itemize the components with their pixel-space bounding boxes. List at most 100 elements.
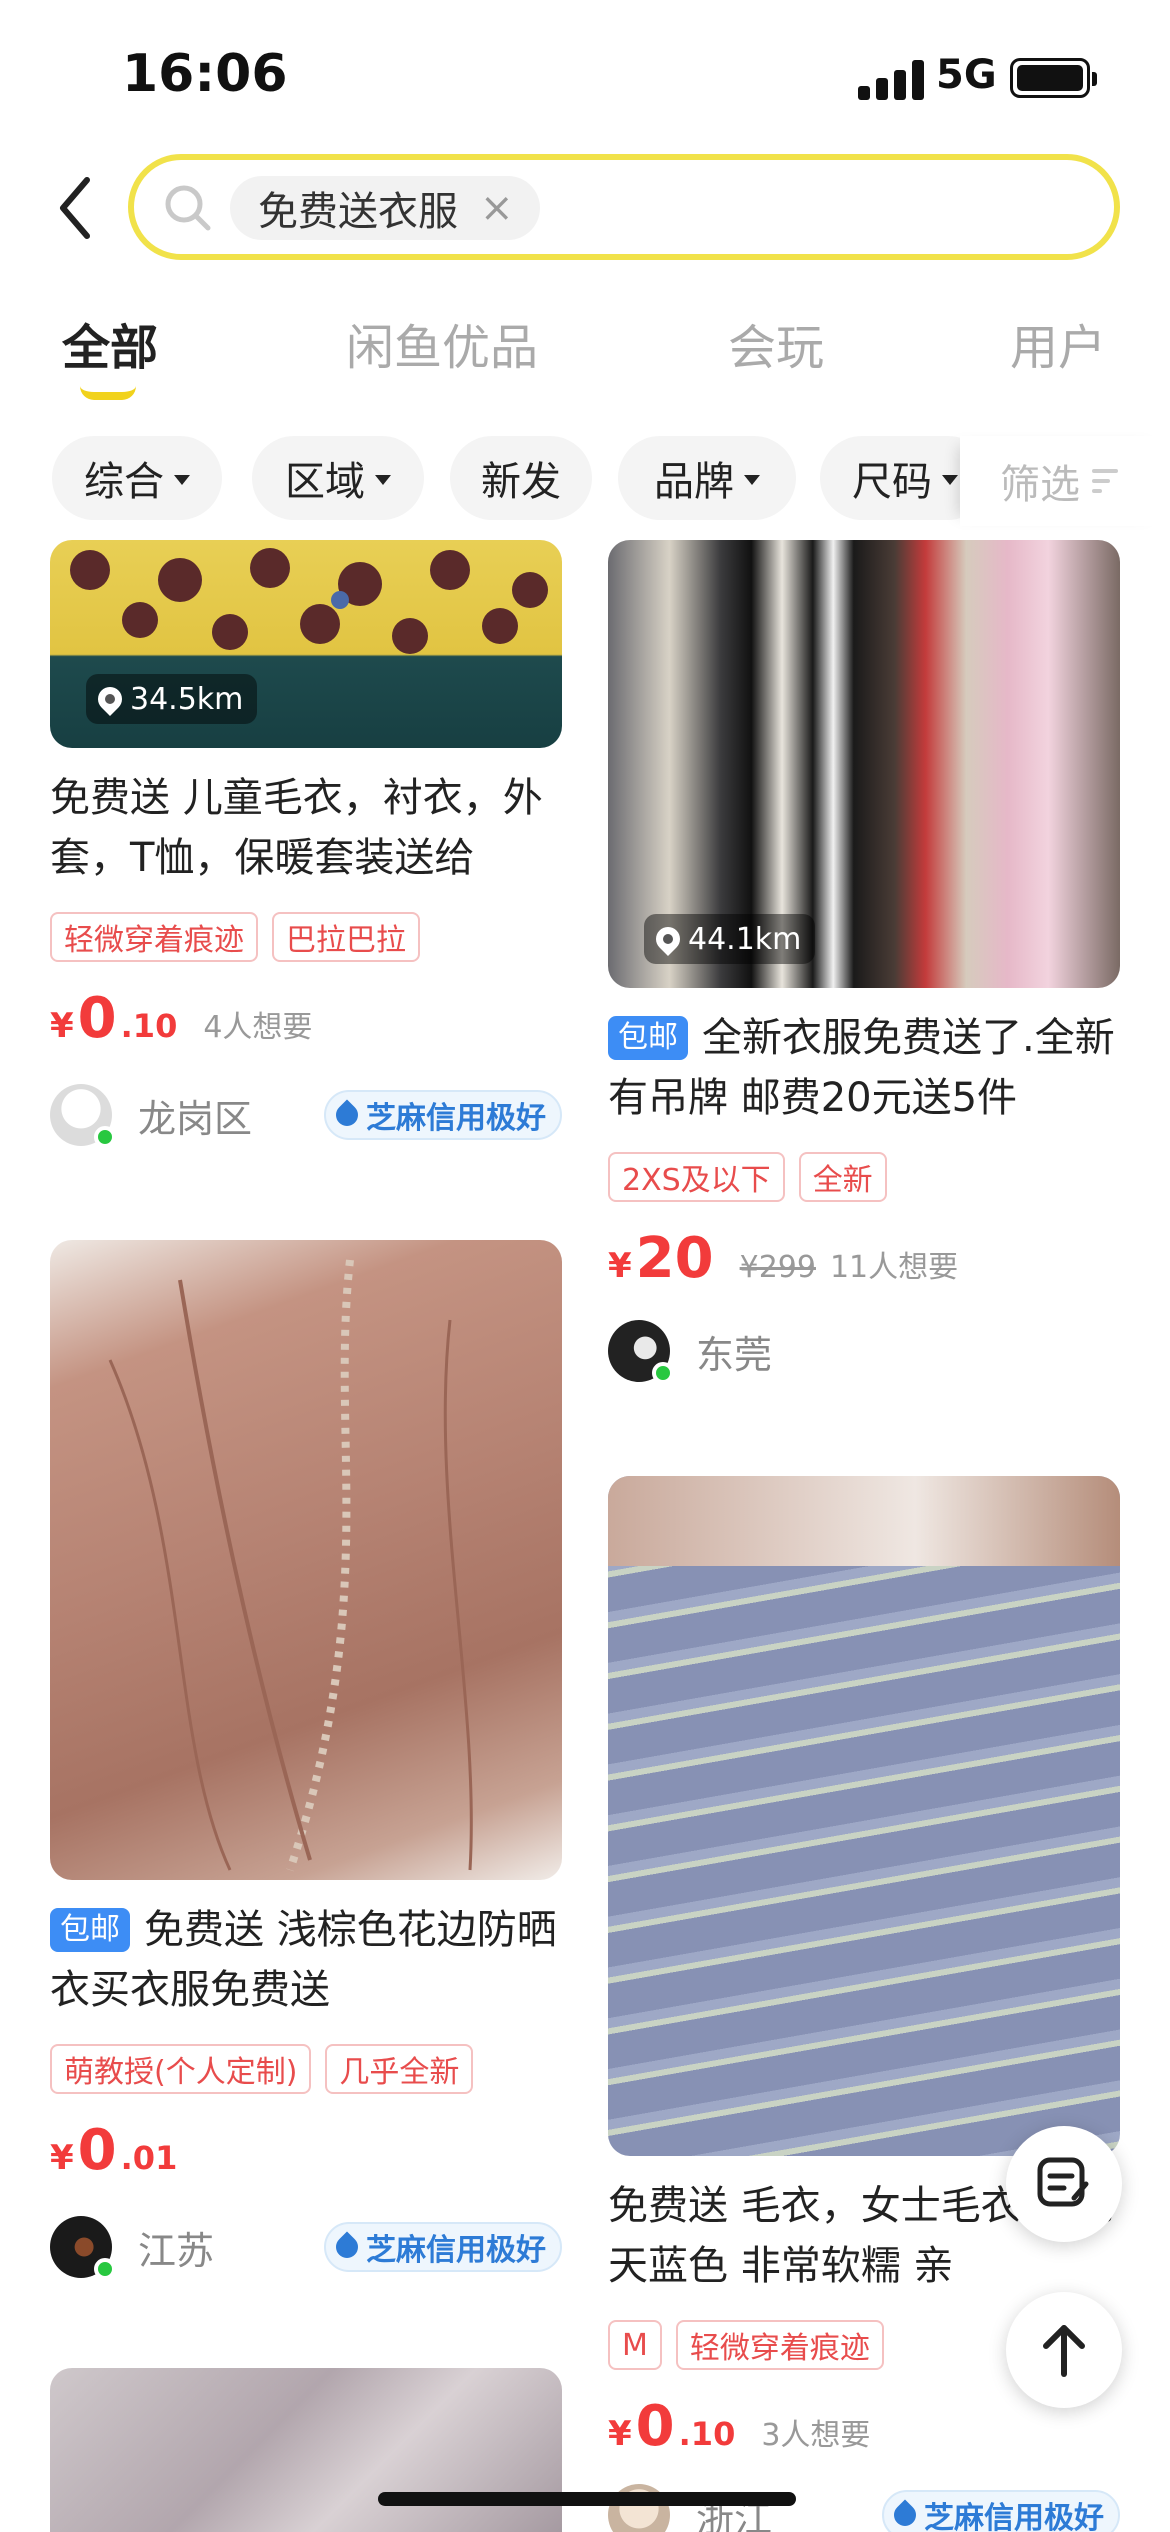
tab-play[interactable]: 会玩 (728, 308, 824, 378)
arrow-up-icon (1043, 2325, 1085, 2377)
tab-indicator (80, 386, 136, 400)
back-button[interactable] (44, 168, 104, 248)
listing-tags: 轻微穿着痕迹 巴拉巴拉 (50, 912, 420, 962)
listing-title[interactable]: 包邮 全新衣服免费送了.全新有吊牌 邮费20元送5件 (608, 1008, 1128, 1128)
search-query-text: 免费送衣服 (258, 189, 458, 235)
chevron-left-icon (60, 177, 90, 239)
credit-text: 芝麻信用极好 (366, 2233, 546, 2268)
credit-drop-icon (331, 1099, 363, 1131)
currency-symbol: ¥ (608, 1246, 632, 1286)
credit-text: 芝麻信用极好 (366, 1101, 546, 1136)
listing-tags: 2XS及以下 全新 (608, 1152, 887, 1202)
filter-label: 品牌 (654, 459, 734, 505)
seller-row[interactable]: 浙江 芝麻信用极好 (608, 2480, 1120, 2532)
currency-symbol: ¥ (608, 2414, 632, 2454)
seller-location: 东莞 (696, 1332, 773, 1377)
location-pin-icon (651, 922, 685, 956)
tab-users[interactable]: 用户 (1010, 308, 1106, 378)
listing-title[interactable]: 免费送 儿童毛衣，衬衣，外套，T恤，保暖套装送给 (50, 768, 570, 888)
listing-image[interactable]: 34.5km (50, 540, 562, 748)
filter-button-label: 筛选 (1000, 462, 1080, 508)
tab-all[interactable]: 全部 (62, 308, 158, 378)
filter-bar: 综合 区域 新发 品牌 尺码 筛选 (0, 436, 1170, 532)
filter-region[interactable]: 区域 (252, 436, 424, 520)
close-icon[interactable]: × (480, 188, 514, 228)
distance-badge: 44.1km (644, 914, 816, 964)
filter-brand[interactable]: 品牌 (618, 436, 796, 520)
free-shipping-badge: 包邮 (50, 1908, 130, 1952)
listing-tags: M 轻微穿着痕迹 (608, 2320, 884, 2370)
filter-label: 综合 (84, 459, 164, 505)
tag-size: 2XS及以下 (608, 1152, 785, 1202)
credit-badge: 芝麻信用极好 (882, 2490, 1120, 2532)
want-count: 4人想要 (203, 1010, 313, 1045)
distance-text: 34.5km (130, 681, 244, 717)
online-indicator (94, 2258, 116, 2280)
seller-location: 龙岗区 (138, 1096, 253, 1141)
caret-down-icon (942, 475, 958, 485)
price-integer: 20 (635, 1226, 714, 1291)
credit-badge: 芝麻信用极好 (324, 1090, 562, 1140)
tag-condition: 轻微穿着痕迹 (675, 2320, 884, 2370)
currency-symbol: ¥ (50, 1006, 74, 1046)
tag-condition: 轻微穿着痕迹 (50, 912, 258, 962)
distance-text: 44.1km (688, 921, 802, 957)
filter-icon (1092, 469, 1118, 493)
search-query-chip[interactable]: 免费送衣服 × (230, 176, 540, 240)
listing-feed[interactable]: 34.5km 免费送 儿童毛衣，衬衣，外套，T恤，保暖套装送给 轻微穿着痕迹 巴… (0, 540, 1170, 2532)
listing-image[interactable] (50, 1240, 562, 1880)
price-decimal: .01 (120, 2139, 178, 2177)
currency-symbol: ¥ (50, 2138, 74, 2178)
seller-row[interactable]: 东莞 (608, 1316, 1120, 1386)
free-shipping-badge: 包邮 (608, 1016, 688, 1060)
cardigan-image (108, 1259, 473, 1872)
price-decimal: .10 (678, 2415, 736, 2453)
credit-drop-icon (889, 2499, 921, 2531)
price-row: ¥ 20 ¥299 11人想要 (608, 1226, 958, 1291)
listing-image[interactable] (50, 2368, 562, 2532)
price-integer: 0 (635, 2394, 675, 2459)
seller-row[interactable]: 江苏 芝麻信用极好 (50, 2212, 562, 2282)
want-count: 3人想要 (761, 2418, 871, 2453)
seller-row[interactable]: 龙岗区 芝麻信用极好 (50, 1080, 562, 1150)
listing-image[interactable] (608, 1476, 1120, 2156)
tag-condition: 几乎全新 (325, 2044, 474, 2094)
price-row: ¥ 0 .10 3人想要 (608, 2394, 870, 2459)
tag-brand: 萌教授(个人定制) (50, 2044, 312, 2094)
caret-down-icon (744, 475, 760, 485)
seller-location: 江苏 (138, 2228, 215, 2273)
online-indicator (652, 1362, 674, 1384)
search-icon (165, 185, 211, 231)
avatar[interactable] (608, 1320, 674, 1384)
tag-condition: 全新 (798, 1152, 887, 1202)
network-label: 5G (936, 52, 997, 98)
price-row: ¥ 0 .01 (50, 2118, 199, 2183)
location-pin-icon (93, 682, 127, 716)
tag-size: M (608, 2320, 662, 2370)
price-integer: 0 (77, 986, 117, 1051)
distance-badge: 34.5km (86, 674, 258, 724)
credit-drop-icon (331, 2231, 363, 2263)
search-input[interactable]: 免费送衣服 × (128, 154, 1120, 260)
filter-sort[interactable]: 综合 (52, 436, 222, 520)
tag-brand: 巴拉巴拉 (272, 912, 420, 962)
listing-image[interactable]: 44.1km (608, 540, 1120, 988)
price-decimal: .10 (120, 1007, 178, 1045)
chat-button[interactable] (1006, 2126, 1122, 2242)
status-bar: 16:06 5G (0, 0, 1170, 150)
status-time: 16:06 (122, 44, 288, 104)
avatar[interactable] (50, 2216, 116, 2280)
listing-tags: 萌教授(个人定制) 几乎全新 (50, 2044, 474, 2094)
avatar[interactable] (50, 1084, 116, 1148)
signal-icon (858, 60, 924, 100)
filter-newest[interactable]: 新发 (450, 436, 592, 520)
online-indicator (94, 1126, 116, 1148)
tab-xianyu-premium[interactable]: 闲鱼优品 (346, 308, 538, 378)
listing-title[interactable]: 包邮 免费送 浅棕色花边防晒衣买衣服免费送 (50, 1900, 570, 2020)
filter-button[interactable]: 筛选 (960, 436, 1170, 526)
caret-down-icon (174, 475, 190, 485)
scroll-top-button[interactable] (1006, 2292, 1122, 2408)
note-icon (1037, 2157, 1089, 2207)
home-indicator (378, 2492, 796, 2506)
credit-badge: 芝麻信用极好 (324, 2222, 562, 2272)
